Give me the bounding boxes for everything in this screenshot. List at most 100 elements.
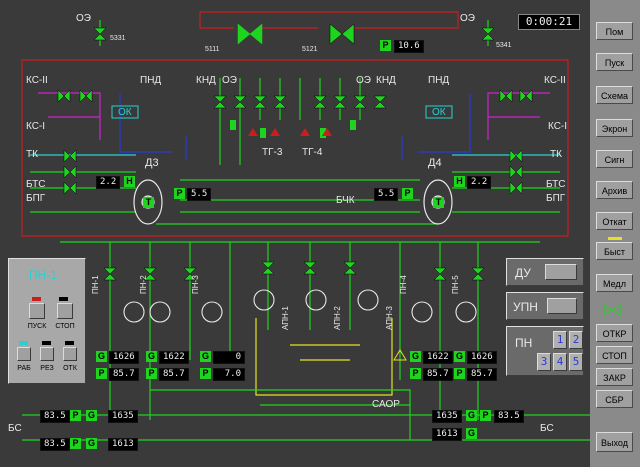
bs-right-g-display: 1635 xyxy=(432,410,462,423)
start-led xyxy=(32,297,41,301)
process-schematic xyxy=(21,11,590,441)
pump-select-5[interactable]: 5 xyxy=(569,353,583,371)
flow-pn3-display: 0 xyxy=(213,351,245,364)
tk-left-label: ТК xyxy=(26,149,38,160)
pump-stop-button[interactable] xyxy=(57,303,73,319)
mode-otk-button[interactable] xyxy=(63,347,77,361)
flow-pn1-display: 1626 xyxy=(109,351,139,364)
apn2-label: АПН-2 xyxy=(333,306,342,330)
sidebar-button-vyhod[interactable]: Выход xyxy=(596,432,633,452)
pump-panel-title: ПН-1 xyxy=(29,268,57,282)
otk-led xyxy=(65,341,74,345)
sidebar-button-pusk[interactable]: Пуск xyxy=(596,53,633,71)
rez-led xyxy=(42,341,51,345)
valve-5121-label: 5121 xyxy=(302,46,318,53)
control-screen: ОЭ ОЭ 5331 5341 5111 5121 P 10.6 0:00:21… xyxy=(0,0,640,467)
sidebar-button-medl[interactable]: Медл xyxy=(596,274,633,292)
pump-select-2[interactable]: 2 xyxy=(569,331,583,349)
valve-5341-label: 5341 xyxy=(496,42,512,49)
flow-tag-3: G xyxy=(200,351,211,362)
sidebar-button-zakr[interactable]: ЗАКР xyxy=(596,368,633,386)
level-right-display: 2.2 xyxy=(467,176,492,189)
bs-left-p-tag: P xyxy=(70,410,81,421)
oe-right-label: ОЭ xyxy=(460,13,475,24)
bs-left-g2-display: 1613 xyxy=(108,438,138,451)
bs-left-p2-display: 83.5 xyxy=(40,438,70,451)
sidebar-button-otkat[interactable]: Откат xyxy=(596,212,633,230)
stop-led xyxy=(59,297,68,301)
sidebar-button-ekron[interactable]: Экрон xyxy=(596,119,633,137)
mode-rez-button[interactable] xyxy=(40,347,54,361)
sidebar-button-pom[interactable]: Пом xyxy=(596,22,633,40)
apn3-label: АПН-3 xyxy=(385,306,394,330)
pnd-left-label: ПНД xyxy=(140,75,162,86)
pump-control-panel: ПН-1 ПУСК СТОП РАБ РЕЗ ОТК xyxy=(8,258,86,384)
byst-indicator xyxy=(608,237,622,240)
pump-select-4[interactable]: 4 xyxy=(553,353,567,371)
mode-otk-label: ОТК xyxy=(63,365,77,372)
oe-center-right-label: ОЭ xyxy=(356,75,371,86)
bpg-right-label: БПГ xyxy=(546,193,566,204)
sidebar-button-schema[interactable]: Схема xyxy=(596,86,633,104)
press-tag-3: P xyxy=(200,368,211,379)
tk-right-label: ТК xyxy=(550,149,562,160)
bs-left-g-display: 1635 xyxy=(108,410,138,423)
pump-select-1[interactable]: 1 xyxy=(553,331,567,349)
upn-label: УПН xyxy=(513,300,538,314)
pressure-left-tag: P xyxy=(174,188,185,199)
press-tag-4: P xyxy=(410,368,421,379)
ok-left-label: ОК xyxy=(118,107,132,118)
ok-right-label: ОК xyxy=(432,107,446,118)
mode-panel-upn: УПН xyxy=(506,292,584,320)
du-button[interactable] xyxy=(545,264,577,280)
sidebar-button-otkr[interactable]: ОТКР xyxy=(596,324,633,342)
mode-rez-label: РЕЗ xyxy=(40,365,54,372)
temp-right-tag: T xyxy=(433,197,444,208)
pump-stop-label: СТОП xyxy=(55,323,75,330)
valve-state-icon xyxy=(603,304,621,316)
sidebar-button-stop[interactable]: СТОП xyxy=(596,346,633,364)
sidebar-button-byst[interactable]: Быст xyxy=(596,242,633,260)
d3-label: Д3 xyxy=(145,157,159,169)
temp-left-tag: T xyxy=(143,197,154,208)
flow-pn2-display: 1622 xyxy=(159,351,189,364)
bs-right-g2-tag: G xyxy=(466,428,477,439)
pump-select-3[interactable]: 3 xyxy=(537,353,551,371)
ks2-right-label: КС-II xyxy=(544,75,566,86)
upn-button[interactable] xyxy=(547,298,577,314)
press-pn2-display: 85.7 xyxy=(159,368,189,381)
ks1-left-label: КС-I xyxy=(26,121,46,132)
flow-tag-4: G xyxy=(410,351,421,362)
pn4-label: ПН-4 xyxy=(399,275,408,294)
flow-pn4-display: 1622 xyxy=(423,351,453,364)
pnd-right-label: ПНД xyxy=(428,75,450,86)
bs-right-label: БС xyxy=(540,423,554,434)
rab-led xyxy=(19,341,28,345)
pump-select-panel: ПН 1 2 3 4 5 xyxy=(506,326,584,376)
pressure-main-display: 10.6 xyxy=(394,40,424,53)
level-right-tag: H xyxy=(454,176,465,187)
bs-left-p-display: 83.5 xyxy=(40,410,70,423)
pump-start-button[interactable] xyxy=(29,303,45,319)
mode-panel-du: ДУ xyxy=(506,258,584,286)
mode-rab-button[interactable] xyxy=(17,347,31,361)
sidebar-button-sbr[interactable]: СБР xyxy=(596,390,633,408)
bs-right-p-tag: P xyxy=(480,410,491,421)
du-label: ДУ xyxy=(515,266,531,280)
sidebar-button-arhiv[interactable]: Архив xyxy=(596,181,633,199)
bts-left-label: БТС xyxy=(26,179,46,190)
pressure-right-tag: P xyxy=(402,188,413,199)
level-left-tag: H xyxy=(124,176,135,187)
ks2-left-label: КС-II xyxy=(26,75,48,86)
pn1-label: ПН-1 xyxy=(91,275,100,294)
apn1-label: АПН-1 xyxy=(281,306,290,330)
bs-left-p2-tag: P xyxy=(70,438,81,449)
flow-tag-2: G xyxy=(146,351,157,362)
saor-label: САОР xyxy=(372,399,400,410)
bpg-left-label: БПГ xyxy=(26,193,46,204)
sidebar-button-sign[interactable]: Сигн xyxy=(596,150,633,168)
ks1-right-label: КС-I xyxy=(548,121,568,132)
pressure-right-display: 5.5 xyxy=(374,188,399,201)
oe-left-label: ОЭ xyxy=(76,13,91,24)
flow-tag-5: G xyxy=(454,351,465,362)
